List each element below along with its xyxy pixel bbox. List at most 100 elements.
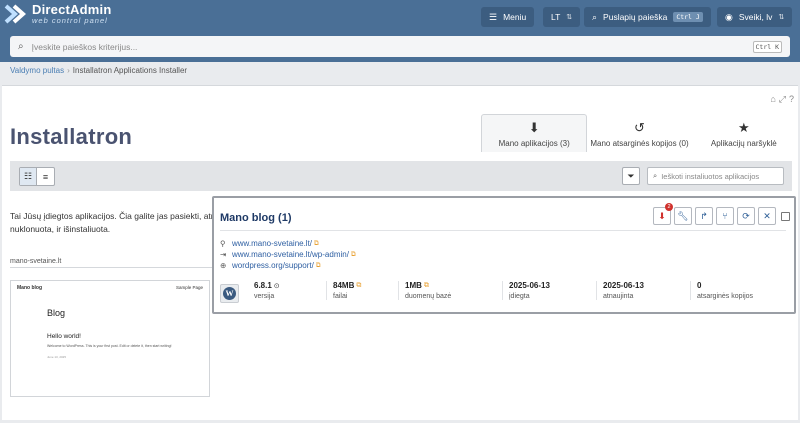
app-search-placeholder: Ieškoti instaliuotos aplikacijos bbox=[661, 171, 760, 181]
preview-post-date: June 13, 2025 bbox=[47, 355, 67, 359]
detail-view-button[interactable]: ☷ bbox=[20, 168, 37, 185]
star-icon: ★ bbox=[737, 120, 750, 135]
wordpress-icon: W bbox=[220, 284, 239, 303]
wrench-icon: 🔧︎ bbox=[677, 210, 689, 221]
stat-label: versija bbox=[254, 293, 275, 300]
external-link-icon[interactable]: ⧉ bbox=[356, 282, 361, 290]
domain-label: mano-svetaine.lt bbox=[10, 258, 62, 265]
app-actions: ⬇ 2 🔧︎ ↱ ⑂ ⟳ ✕ bbox=[653, 203, 790, 225]
search-icon: ⌕ bbox=[592, 11, 598, 22]
home-icon[interactable]: ⌂ bbox=[770, 94, 775, 105]
card-divider bbox=[220, 230, 786, 231]
breadcrumb-separator: › bbox=[67, 66, 70, 75]
link-row: ⇥ www.mano-svetaine.lt/wp-admin/ ⧉ bbox=[220, 249, 356, 260]
download-circle-icon[interactable]: ⊙ bbox=[274, 282, 280, 290]
stat-label: atnaujinta bbox=[603, 293, 634, 300]
admin-url-link[interactable]: www.mano-svetaine.lt/wp-admin/ bbox=[232, 249, 349, 260]
download-circle-icon: ⬇ bbox=[528, 120, 540, 135]
tab-label: Mano atsarginės kopijos (0) bbox=[590, 139, 689, 148]
search-band: ⌕ Įveskite paieškos kriterijus... Ctrl K bbox=[0, 34, 800, 62]
link-row: ⊕ wordpress.org/support/ ⧉ bbox=[220, 260, 356, 271]
chevron-updown-icon: ⇅ bbox=[566, 14, 573, 21]
top-bar: DirectAdmin web control panel ☰ Meniu LT… bbox=[0, 0, 800, 34]
backup-button[interactable]: ⟳ bbox=[737, 207, 755, 225]
funnel-icon: ⏷ bbox=[627, 170, 635, 181]
app-card: Mano blog (1) ⬇ 2 🔧︎ ↱ ⑂ ⟳ ✕ ⚲ www.mano-… bbox=[212, 196, 796, 314]
history-icon: ↺ bbox=[634, 120, 645, 135]
external-link-icon[interactable]: ⧉ bbox=[424, 282, 429, 290]
stat-value: 84MB bbox=[333, 281, 355, 290]
installatron-logo: Installatron bbox=[10, 124, 132, 150]
fullscreen-icon[interactable]: ⤢ bbox=[779, 94, 786, 105]
location-pin-icon: ⚲ bbox=[220, 239, 226, 248]
external-link-icon[interactable]: ⧉ bbox=[351, 249, 356, 260]
search-placeholder: Įveskite paieškos kriterijus... bbox=[31, 41, 138, 52]
stat-label: failai bbox=[333, 293, 348, 300]
preview-post-text: Welcome to WordPress. This is your first… bbox=[47, 344, 172, 348]
breadcrumb-home-link[interactable]: Valdymo pultas bbox=[10, 66, 64, 75]
update-button[interactable]: ⬇ 2 bbox=[653, 203, 673, 225]
page-search-button[interactable]: ⌕ Puslapių paieška Ctrl J bbox=[584, 7, 711, 27]
fork-icon: ⑂ bbox=[722, 211, 728, 221]
menu-button[interactable]: ☰ Meniu bbox=[481, 7, 535, 27]
menu-label: Meniu bbox=[503, 12, 527, 22]
stat-value: 1MB bbox=[405, 281, 422, 290]
external-link-icon[interactable]: ⧉ bbox=[316, 260, 321, 271]
update-count-badge: 2 bbox=[665, 203, 673, 211]
app-title[interactable]: Mano blog (1) bbox=[220, 212, 292, 224]
language-label: LT bbox=[551, 12, 561, 22]
tab-my-backups[interactable]: ↺ Mano atsarginės kopijos (0) bbox=[587, 114, 691, 152]
app-stats: 6.8.1 ⊙ versija 84MB ⧉ failai 1MB ⧉ duomenų… bbox=[250, 281, 784, 300]
select-checkbox[interactable] bbox=[781, 211, 790, 221]
login-icon: ⇥ bbox=[220, 250, 227, 259]
chevron-updown-icon: ⇅ bbox=[778, 14, 785, 21]
app-links: ⚲ www.mano-svetaine.lt/ ⧉ ⇥ www.mano-sve… bbox=[220, 238, 356, 271]
list-detail-icon: ☷ bbox=[23, 171, 33, 181]
globe-icon: ⊕ bbox=[220, 261, 227, 270]
page-search-shortcut: Ctrl J bbox=[673, 12, 703, 22]
stat-installed: 2025-06-13 įdiegta bbox=[502, 281, 592, 300]
list-view-button[interactable]: ≡ bbox=[37, 168, 54, 185]
download-circle-icon: ⬇ bbox=[658, 210, 666, 221]
search-icon: ⌕ bbox=[18, 41, 24, 52]
page-search-label: Puslapių paieška bbox=[603, 12, 668, 22]
view-toggle: ☷ ≡ bbox=[19, 167, 55, 186]
edit-button[interactable]: 🔧︎ bbox=[674, 207, 692, 225]
directadmin-logo[interactable]: DirectAdmin web control panel bbox=[4, 3, 112, 25]
help-icon[interactable]: ? bbox=[789, 94, 794, 105]
panel-tools: ⌂ ⤢ ? bbox=[770, 94, 794, 105]
tab-application-browser[interactable]: ★ Aplikacijų naršyklė bbox=[692, 114, 796, 152]
preview-site-name: Mano blog bbox=[17, 285, 42, 291]
filter-button[interactable]: ⏷ bbox=[622, 167, 640, 185]
stat-value: 2025-06-13 bbox=[603, 281, 644, 290]
stat-updated: 2025-06-13 atnaujinta bbox=[596, 281, 686, 300]
site-url-link[interactable]: www.mano-svetaine.lt/ bbox=[232, 238, 312, 249]
support-url-link[interactable]: wordpress.org/support/ bbox=[232, 260, 314, 271]
stat-label: duomenų bazė bbox=[405, 293, 452, 300]
language-select[interactable]: LT ⇅ bbox=[543, 7, 581, 27]
stat-label: įdiegta bbox=[509, 293, 530, 300]
hamburger-icon: ☰ bbox=[489, 11, 498, 22]
stat-value: 2025-06-13 bbox=[509, 281, 550, 290]
user-label: Sveiki, lv bbox=[738, 12, 773, 22]
breadcrumb: Valdymo pultas › Installatron Applications… bbox=[10, 66, 187, 75]
preview-heading: Blog bbox=[47, 308, 66, 318]
preview-nav: Sample Page bbox=[175, 285, 203, 290]
stat-backups: 0 atsarginės kopijos bbox=[690, 281, 780, 300]
app-search-input[interactable]: ⌕ Ieškoti instaliuotos aplikacijos bbox=[647, 167, 784, 185]
list-icon: ≡ bbox=[42, 171, 49, 182]
tab-my-applications[interactable]: ⬇ Mano aplikacijos (3) bbox=[481, 114, 588, 152]
site-preview-thumbnail[interactable]: Mano blog Sample Page Blog Hello world! … bbox=[10, 280, 210, 397]
share-arrow-icon: ↱ bbox=[700, 210, 708, 221]
clone-button[interactable]: ⑂ bbox=[716, 207, 734, 225]
user-menu-button[interactable]: ◉ Sveiki, lv ⇅ bbox=[717, 7, 793, 27]
tab-label: Aplikacijų naršyklė bbox=[710, 139, 777, 148]
stat-files: 84MB ⧉ failai bbox=[326, 281, 394, 300]
global-search-input[interactable]: ⌕ Įveskite paieškos kriterijus... Ctrl K bbox=[10, 36, 790, 57]
stat-value: 0 bbox=[697, 281, 702, 290]
stat-label: atsarginės kopijos bbox=[697, 293, 754, 300]
uninstall-button[interactable]: ✕ bbox=[758, 207, 776, 225]
external-link-icon[interactable]: ⧉ bbox=[314, 238, 319, 249]
share-button[interactable]: ↱ bbox=[695, 207, 713, 225]
breadcrumb-current: Installatron Applications Installer bbox=[72, 66, 188, 75]
